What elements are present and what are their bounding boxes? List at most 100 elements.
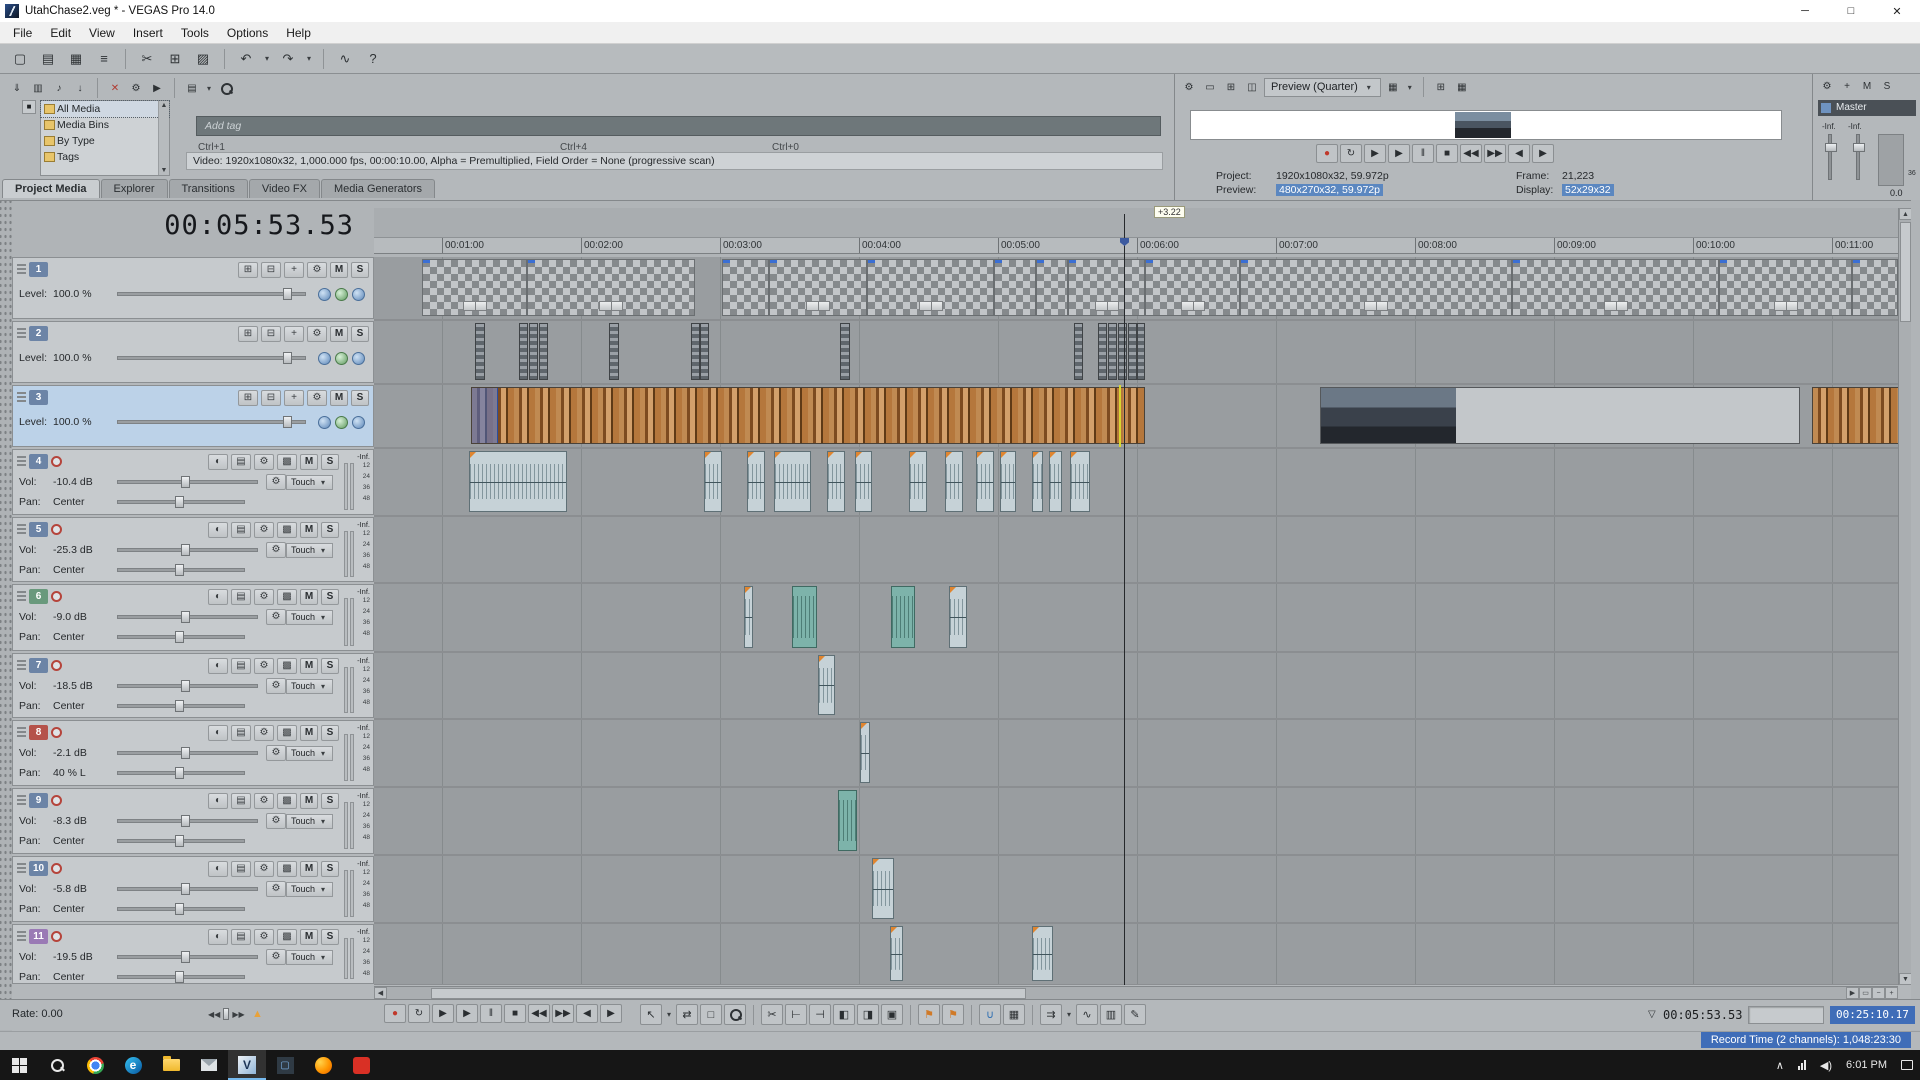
event-edge-left-icon[interactable]: ◧	[833, 1004, 855, 1025]
bus-assign-icon[interactable]: ▩	[277, 793, 297, 809]
track-drag-handle[interactable]	[17, 591, 26, 603]
event-edge-right-icon[interactable]: ◨	[857, 1004, 879, 1025]
timeline-clip[interactable]	[890, 926, 903, 981]
pan-slider[interactable]	[117, 975, 245, 979]
prev-frame-button[interactable]: ◀	[576, 1004, 598, 1023]
timeline-clip[interactable]	[471, 387, 1145, 444]
track-number-chip[interactable]: 10	[29, 861, 48, 876]
play-from-start-button[interactable]: ▶	[432, 1004, 454, 1023]
compositing-mode-icon[interactable]: ⚙	[307, 390, 327, 406]
automation-gear-icon[interactable]: ⚙	[266, 678, 286, 694]
pan-slider[interactable]	[117, 568, 245, 572]
arm-record-icon[interactable]	[51, 727, 62, 738]
tab-project-media[interactable]: Project Media	[2, 179, 100, 198]
solo-button[interactable]: S	[321, 589, 339, 605]
trim-start-button[interactable]: ⊢	[785, 1004, 807, 1025]
timeline-time-display[interactable]: 00:05:53.53	[12, 210, 364, 250]
timeline-clip[interactable]	[867, 259, 994, 316]
volume-slider[interactable]	[117, 480, 258, 484]
composite-child-icon[interactable]	[352, 416, 365, 429]
whats-this-help-icon[interactable]: ?	[361, 47, 385, 71]
timeline-clip[interactable]	[529, 323, 538, 380]
grid-overlay-icon[interactable]: ▦	[1384, 78, 1402, 96]
invert-phase-icon[interactable]: ◐	[208, 658, 228, 674]
track-number-chip[interactable]: 1	[29, 262, 48, 277]
timeline-clip[interactable]	[744, 586, 753, 648]
timeline-clip[interactable]	[1320, 387, 1800, 444]
level-slider[interactable]	[117, 420, 306, 424]
master-fader-right[interactable]	[1856, 134, 1860, 180]
lock-event-button[interactable]: ▣	[881, 1004, 903, 1025]
timeline-clip[interactable]	[827, 451, 845, 512]
master-fx-icon[interactable]: +	[1838, 77, 1856, 95]
tray-expand-icon[interactable]: ∧	[1769, 1050, 1791, 1080]
capture-video-icon[interactable]: ▥	[29, 79, 47, 97]
timeline-clip[interactable]	[1098, 323, 1107, 380]
bus-assign-icon[interactable]: ▩	[277, 658, 297, 674]
track-fx-icon[interactable]: ▤	[231, 454, 251, 470]
timeline-clip[interactable]	[704, 451, 722, 512]
timeline-track-lane[interactable]	[374, 449, 1898, 515]
composite-child-icon[interactable]	[352, 288, 365, 301]
grid-dropdown-icon[interactable]: ▾	[1405, 83, 1415, 92]
bus-assign-icon[interactable]: ▩	[277, 929, 297, 945]
composite-parent-icon[interactable]	[318, 416, 331, 429]
tab-transitions[interactable]: Transitions	[169, 179, 248, 198]
auto-preview-icon[interactable]: ▶	[148, 79, 166, 97]
minimize-button[interactable]: ─	[1782, 0, 1828, 22]
stop-button[interactable]: ■	[504, 1004, 526, 1023]
redo-dropdown-icon[interactable]: ▾	[304, 54, 314, 63]
automation-gear-icon[interactable]: ⚙	[266, 745, 286, 761]
invert-phase-icon[interactable]: ◐	[208, 793, 228, 809]
timeline-horizontal-scrollbar[interactable]: ◀ ▶ ▭ − +	[374, 986, 1898, 999]
volume-icon[interactable]: ◀)	[1813, 1050, 1839, 1080]
timeline-clip[interactable]	[1074, 323, 1083, 380]
arm-record-icon[interactable]	[51, 931, 62, 942]
chrome-icon[interactable]	[76, 1050, 114, 1080]
menu-options[interactable]: Options	[218, 22, 277, 43]
scroll-left-icon[interactable]: ◀	[374, 987, 387, 999]
timeline-track-lane[interactable]	[374, 924, 1898, 984]
bus-assign-icon[interactable]: ▩	[277, 861, 297, 877]
undo-dropdown-icon[interactable]: ▾	[262, 54, 272, 63]
save-project-icon[interactable]: ▦	[64, 47, 88, 71]
invert-phase-icon[interactable]: ◐	[208, 929, 228, 945]
mute-button[interactable]: M	[300, 658, 318, 674]
invert-phase-icon[interactable]: ◐	[208, 861, 228, 877]
timeline-clip[interactable]	[891, 586, 915, 648]
expand-bins-button[interactable]: ■	[22, 100, 36, 114]
master-fader-left[interactable]	[1828, 134, 1832, 180]
volume-slider[interactable]	[117, 751, 258, 755]
media-search-icon[interactable]	[217, 79, 235, 97]
solo-button[interactable]: S	[351, 326, 369, 342]
timeline-clip[interactable]	[1118, 323, 1127, 380]
track-drag-handle[interactable]	[17, 795, 26, 807]
mute-button[interactable]: M	[330, 326, 348, 342]
vegas-pro-taskbar-icon[interactable]: V	[228, 1050, 266, 1080]
timeline-track-lane[interactable]	[374, 257, 1898, 319]
make-composited-child-icon[interactable]	[335, 288, 348, 301]
maximize-button[interactable]: □	[1828, 0, 1874, 22]
timeline-clip[interactable]	[469, 451, 567, 512]
track-drag-handle[interactable]	[17, 264, 26, 276]
event-fx-badges-icon[interactable]	[1181, 301, 1205, 311]
scrub-control[interactable]: ◀◀▶▶	[208, 1008, 245, 1020]
video-track-header[interactable]: 2 ⊞ ⊟ + ⚙ M S Level: 100.0 %	[12, 321, 374, 383]
timeline-vertical-scrollbar[interactable]: ▲ ▼	[1898, 208, 1911, 985]
timeline-clip[interactable]	[860, 722, 870, 783]
automation-gear-icon[interactable]: ⚙	[266, 474, 286, 490]
track-motion-icon[interactable]: ⊟	[261, 262, 281, 278]
copy-icon[interactable]: ⊞	[163, 47, 187, 71]
timeline-clip[interactable]	[1070, 451, 1090, 512]
get-media-web-icon[interactable]: ↓	[71, 79, 89, 97]
record-button[interactable]: ●	[1316, 144, 1338, 163]
track-drag-handle[interactable]	[17, 660, 26, 672]
play-button[interactable]: ▶	[1388, 144, 1410, 163]
menu-help[interactable]: Help	[277, 22, 320, 43]
file-explorer-icon[interactable]	[152, 1050, 190, 1080]
timeline-clip[interactable]	[1068, 259, 1145, 316]
loop-playback-button[interactable]: ↻	[1340, 144, 1362, 163]
mute-button[interactable]: M	[300, 793, 318, 809]
invert-phase-icon[interactable]: ◐	[208, 725, 228, 741]
filter-icon[interactable]: ▽	[1648, 1009, 1656, 1020]
